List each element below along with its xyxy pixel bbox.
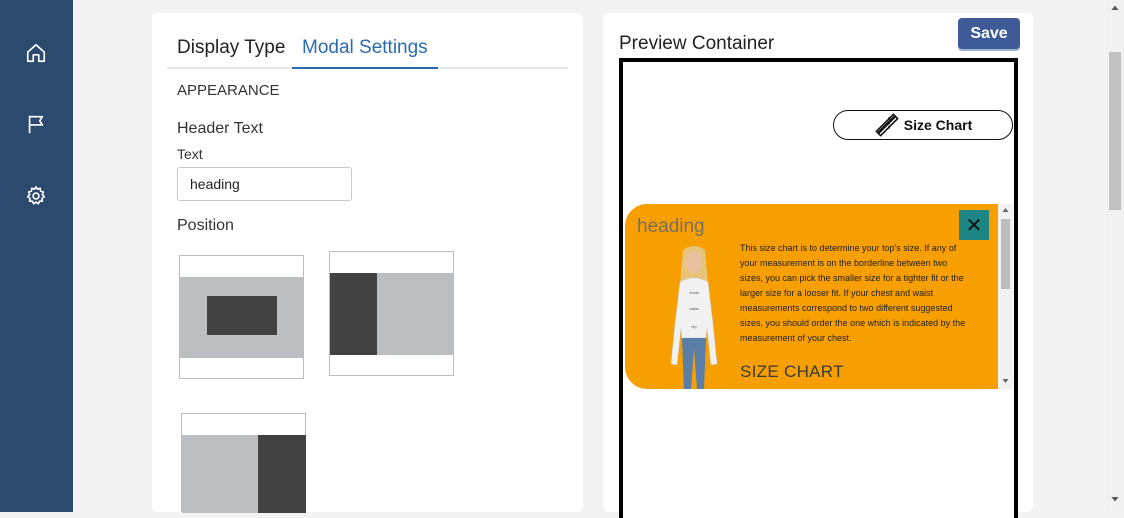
model-figure-image: chest waist hip (670, 246, 718, 389)
modal-scrollbar[interactable] (998, 204, 1013, 389)
position-modal-block (330, 273, 377, 355)
modal-body-text: This size chart is to determine your top… (740, 243, 966, 343)
position-label: Position (177, 217, 234, 234)
text-field-label: Text (177, 146, 203, 162)
position-modal-block (207, 296, 277, 335)
position-option-center[interactable] (179, 255, 304, 379)
tab-bar: Display Type Modal Settings (167, 33, 568, 69)
preview-container: Size Chart heading ✕ chest waist hip Thi… (619, 58, 1018, 518)
size-chart-button-label: Size Chart (903, 117, 973, 133)
modal-footer-title: SIZE CHART (740, 362, 844, 381)
position-option-left[interactable] (329, 251, 454, 376)
flag-icon[interactable] (22, 110, 50, 138)
page-scrollbar[interactable] (1106, 0, 1124, 512)
header-text-label: Header Text (177, 120, 263, 137)
tab-modal-settings[interactable]: Modal Settings (292, 37, 438, 69)
size-chart-button[interactable]: Size Chart (833, 110, 1013, 140)
figure-label-hip: hip (691, 324, 697, 329)
position-modal-block (258, 435, 306, 513)
preview-title: Preview Container (619, 33, 775, 54)
figure-label-chest: chest (689, 290, 699, 295)
gear-icon[interactable] (22, 182, 50, 210)
home-icon[interactable] (22, 39, 50, 67)
preview-panel: Preview Container Save Size Chart headin… (603, 13, 1033, 518)
pencil-ruler-icon (874, 112, 900, 138)
header-text-input[interactable] (177, 167, 352, 201)
tab-display-type[interactable]: Display Type (167, 37, 295, 67)
size-chart-modal: heading ✕ chest waist hip This size char… (625, 204, 998, 389)
save-button[interactable]: Save (958, 18, 1020, 49)
figure-label-waist: waist (689, 306, 699, 311)
sidebar (0, 0, 73, 512)
position-option-right[interactable] (181, 413, 306, 513)
modal-heading: heading (637, 216, 705, 237)
close-icon[interactable]: ✕ (959, 210, 989, 240)
appearance-heading: APPEARANCE (177, 82, 280, 99)
settings-panel: Display Type Modal Settings APPEARANCE H… (152, 13, 583, 513)
